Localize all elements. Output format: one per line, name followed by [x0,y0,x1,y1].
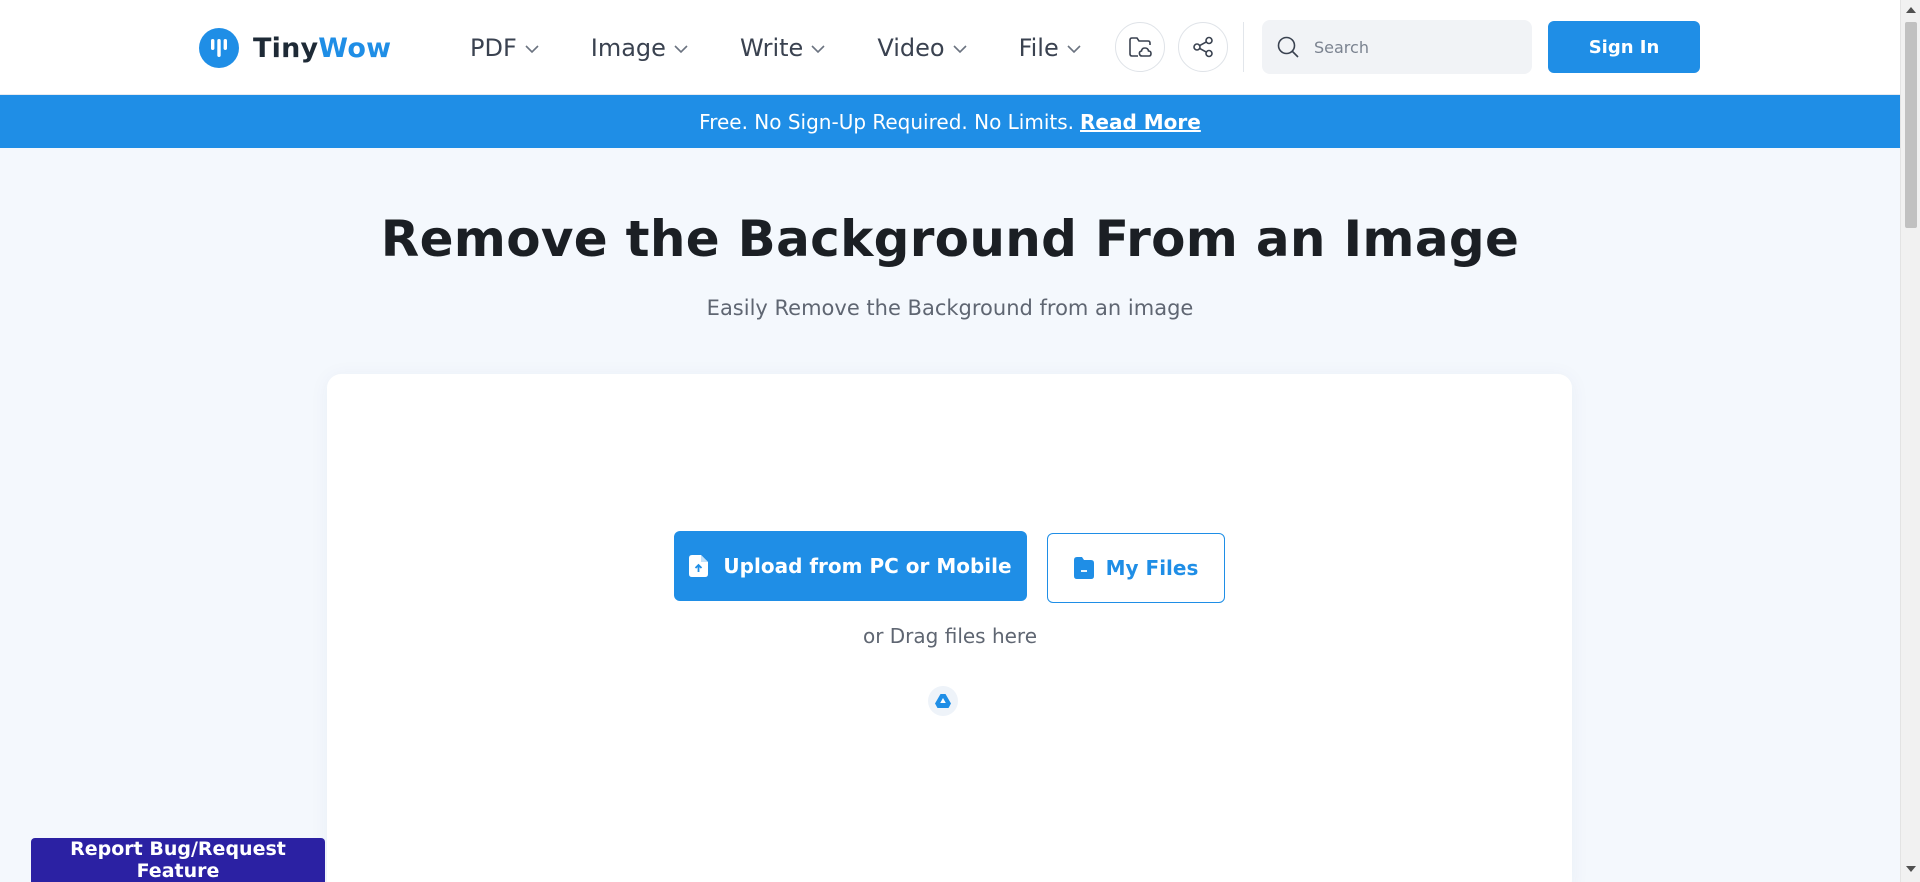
folder-icon [1073,557,1094,579]
google-drive-icon [935,694,951,708]
upload-button[interactable]: Upload from PC or Mobile [674,531,1027,601]
my-files-button[interactable]: My Files [1047,533,1225,603]
banner-text: Free. No Sign-Up Required. No Limits. [699,109,1075,134]
promo-banner: Free. No Sign-Up Required. No Limits. Re… [0,95,1900,148]
search-box[interactable] [1262,20,1532,74]
my-files-header-button[interactable] [1115,22,1165,72]
file-upload-icon [689,555,709,577]
my-files-button-label: My Files [1105,556,1199,580]
search-input[interactable] [1314,37,1514,57]
nav-file-label: File [1018,34,1059,62]
share-button[interactable] [1178,22,1228,72]
scroll-down-arrow[interactable] [1906,866,1916,872]
google-drive-button[interactable] [928,686,958,716]
drag-hint: or Drag files here [862,624,1038,648]
nav-video[interactable]: Video [877,34,967,62]
read-more-link[interactable]: Read More [1080,110,1201,134]
nav-image-label: Image [590,34,666,62]
logo-text: TinyWow [253,32,392,64]
main-nav: PDF Image Write Video File [470,30,1133,66]
page-scrollbar[interactable] [1900,0,1920,882]
nav-video-label: Video [877,34,945,62]
chevron-down-icon [674,44,688,53]
nav-write-label: Write [739,34,804,62]
chevron-down-icon [952,44,967,53]
page-title: Remove the Background From an Image [380,210,1520,268]
scroll-thumb[interactable] [1905,22,1917,228]
nav-file[interactable]: File [1019,34,1081,62]
nav-write[interactable]: Write [740,34,825,62]
scroll-up-arrow[interactable] [1906,7,1916,13]
search-icon [1277,36,1299,58]
report-bug-button[interactable]: Report Bug/Request Feature [31,838,325,882]
folder-cloud-icon [1129,37,1152,57]
sign-in-button[interactable]: Sign In [1548,21,1700,73]
chevron-down-icon [1067,44,1081,53]
logo[interactable]: TinyWow [199,28,391,68]
share-icon [1193,36,1213,58]
nav-pdf[interactable]: PDF [470,34,539,62]
top-header: TinyWow PDF Image Write Video File Searc… [0,0,1900,95]
tinywow-logo-icon [199,28,239,68]
page-subtitle: Easily Remove the Background from an ima… [706,296,1194,320]
chevron-down-icon [811,44,825,53]
upload-button-label: Upload from PC or Mobile [723,554,1012,578]
chevron-down-icon [525,44,539,53]
nav-image[interactable]: Image [591,34,688,62]
header-divider [1243,22,1244,72]
nav-pdf-label: PDF [470,34,517,62]
